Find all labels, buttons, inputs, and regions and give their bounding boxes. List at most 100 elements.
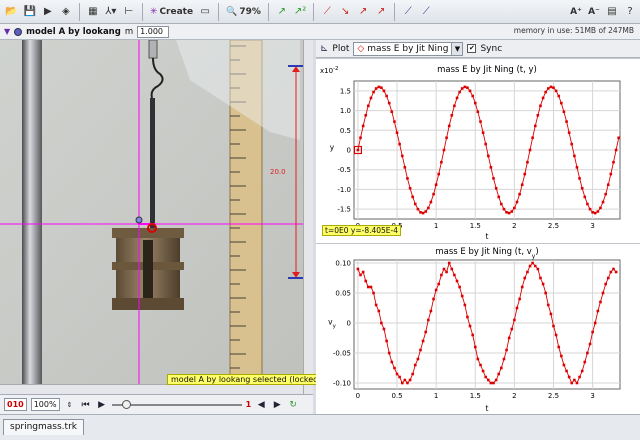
data-point [447, 261, 451, 265]
velocity-chart[interactable]: 0 0.5 1 1.5 2 2.5 3 0.10 0.05 0 -0.05 -0.10 mass E b… [316, 244, 640, 415]
vector-sum-icon[interactable]: ⟋ [400, 3, 416, 21]
y-tick-label: -0.5 [337, 166, 351, 174]
track-control-icon[interactable]: ▭ [197, 3, 213, 21]
save-icon[interactable]: 💾 [21, 3, 37, 21]
video-vertical-scrollbar[interactable] [303, 40, 313, 394]
data-point [612, 160, 615, 164]
data-point [356, 267, 360, 271]
track-select-field[interactable]: ◇ mass E by Jit Ning [353, 41, 453, 56]
chart-title: mass E by Jit Ning (t, vy) [435, 247, 538, 260]
x-tick-label: 0.5 [391, 392, 402, 400]
data-point [507, 336, 511, 340]
chevron-down-icon[interactable]: ▼ [452, 41, 464, 56]
data-point [453, 104, 456, 108]
data-point [434, 183, 438, 186]
data-point [494, 186, 498, 190]
loop-icon[interactable]: ↻ [287, 400, 299, 410]
data-point [406, 381, 409, 385]
mass-field[interactable]: 1.000 [137, 25, 170, 38]
data-point [460, 294, 464, 298]
x-axis-label: t [486, 404, 489, 413]
data-point [385, 339, 388, 343]
step-forward-icon[interactable]: ▶ [271, 400, 283, 410]
data-point [445, 136, 448, 140]
data-point [468, 89, 472, 93]
sync-checkbox[interactable]: ✔ [467, 44, 477, 53]
acceleration-vector-icon[interactable]: ↗ [373, 3, 389, 21]
font-decrease-icon[interactable]: A⁻ [586, 3, 602, 21]
tape-measure-icon[interactable]: ⊢ [121, 3, 137, 21]
velocity-chart-panel[interactable]: 0 0.5 1 1.5 2 2.5 3 0.10 0.05 0 -0.05 -0.10 mass E b… [316, 243, 640, 414]
trail-length-icon[interactable]: ↗² [292, 3, 308, 21]
x-tick-label: 2 [512, 392, 516, 400]
slider-thumb[interactable] [121, 399, 131, 409]
font-increase-icon[interactable]: A⁺ [568, 3, 584, 21]
data-point [377, 309, 381, 313]
data-point [421, 339, 425, 343]
velocity-vector-icon[interactable]: ↗ [355, 3, 371, 21]
trail-icon[interactable]: ↗ [274, 3, 290, 21]
plot-label[interactable]: Plot [332, 44, 349, 54]
y-tick-label: 0 [347, 320, 351, 328]
player-bar: 010 100% ⇕ ⏮ ▶ 1 ◀ ▶ ↻ [0, 394, 313, 414]
position-chart[interactable]: 00.511.522.531.51.00.50-0.5-1.0-1.5mass … [316, 59, 640, 244]
vector-stretch-icon[interactable]: ⟋ [418, 3, 434, 21]
position-label-icon[interactable]: ↘ [337, 3, 353, 21]
position-chart-panel[interactable]: 00.511.522.531.51.00.50-0.5-1.0-1.5mass … [316, 58, 640, 243]
notes-icon[interactable]: ▤ [604, 3, 620, 21]
data-point [531, 136, 534, 140]
data-point [481, 369, 485, 373]
path-icon[interactable]: ⟋ [319, 3, 335, 21]
data-point [484, 142, 487, 146]
import-video-icon[interactable]: ▶ [40, 3, 56, 21]
open-file-icon[interactable]: 📂 [3, 3, 19, 21]
data-point [374, 87, 378, 90]
data-point [411, 195, 414, 199]
data-point [528, 264, 532, 268]
data-point [432, 192, 435, 196]
file-tab[interactable]: springmass.trk [3, 419, 84, 435]
status-bar: springmass.trk [0, 414, 640, 440]
play-icon[interactable]: ▶ [96, 400, 108, 410]
go-to-start-icon[interactable]: ⏮ [80, 400, 92, 410]
data-point [554, 333, 558, 337]
clip-settings-icon[interactable]: ◈ [58, 3, 74, 21]
data-point [557, 94, 561, 98]
toolbar-separator [141, 2, 143, 21]
video-horizontal-scrollbar[interactable] [0, 384, 303, 394]
data-point [567, 375, 571, 379]
data-point [369, 96, 373, 100]
frame-slider[interactable] [111, 399, 242, 410]
help-icon[interactable]: ? [622, 3, 638, 21]
frame-number-field[interactable]: 010 [4, 398, 27, 411]
data-point [583, 195, 587, 199]
step-back-icon[interactable]: ◀ [255, 400, 267, 410]
track-select[interactable]: ◇ mass E by Jit Ning ▼ [353, 41, 464, 56]
playback-rate-field[interactable]: 100% [30, 398, 60, 411]
data-point [432, 297, 435, 301]
video-view[interactable]: 20.0 [0, 40, 313, 394]
dropdown-arrow-icon[interactable]: ▼ [4, 27, 10, 36]
data-point [408, 378, 412, 382]
data-point [387, 351, 391, 355]
y-tick-label: 0.05 [335, 290, 351, 298]
data-point [554, 89, 558, 93]
coordinate-axes-icon[interactable]: ⅄▾ [103, 3, 119, 21]
data-point [617, 136, 620, 140]
rate-spinner-icon[interactable]: ⇕ [64, 401, 76, 409]
track-name[interactable]: model A by lookang [26, 27, 121, 37]
data-point [593, 321, 597, 325]
data-point [570, 142, 574, 146]
data-point [406, 177, 409, 180]
calibration-label: 20.0 [270, 168, 286, 176]
create-button[interactable]: ✳ Create [148, 3, 195, 21]
data-point [377, 85, 381, 89]
data-point [539, 276, 542, 280]
zoom-button[interactable]: 🔍 79% [224, 3, 263, 21]
origin-point[interactable] [135, 216, 143, 224]
video-frame[interactable]: 20.0 [0, 40, 313, 394]
tracks-list-icon[interactable]: ▦ [85, 3, 101, 21]
x-tick-label: 1 [434, 222, 438, 230]
data-point [536, 267, 540, 271]
x-tick-label: 2.5 [548, 222, 559, 230]
